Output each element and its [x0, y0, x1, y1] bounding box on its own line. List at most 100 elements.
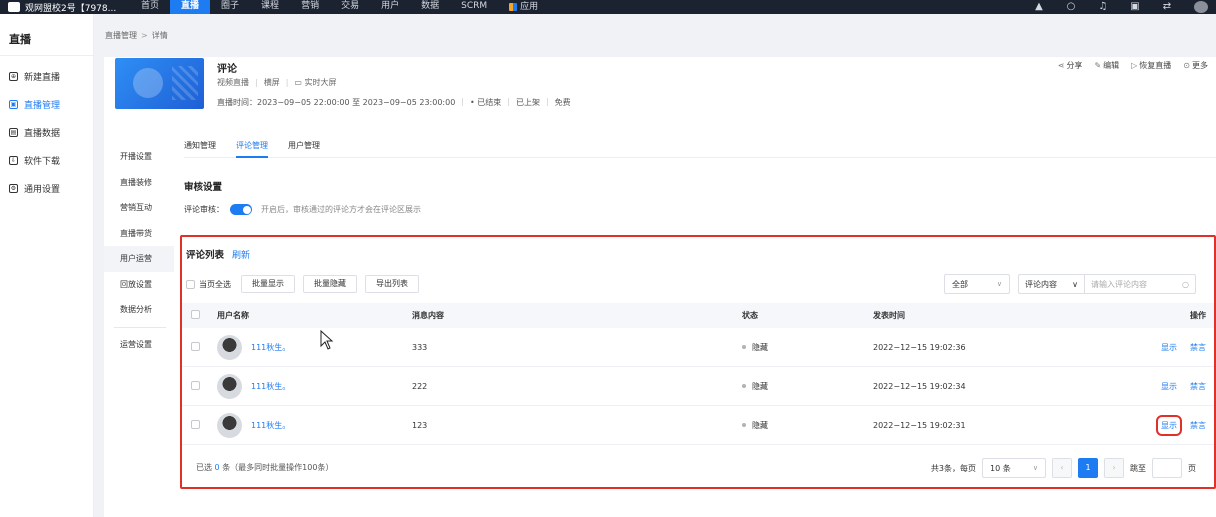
sidebar-item-4[interactable]: ⚙ 通用设置 [0, 174, 93, 202]
row-message: 123 [412, 420, 428, 430]
show-button[interactable]: 显示 [1161, 381, 1177, 392]
live-shelf: 已上架 [515, 98, 540, 107]
sidebar-item-label: 直播数据 [24, 128, 61, 139]
more-icon: ⊙ [1183, 61, 1190, 70]
live-type: 视频直播 [217, 78, 249, 87]
nav-item-7[interactable]: 数据 [410, 0, 450, 14]
mute-button[interactable]: 禁言 [1190, 420, 1206, 431]
subnav-item-4[interactable]: 用户运营 [104, 246, 174, 272]
nav-item-1[interactable]: 直播 [170, 0, 211, 14]
header-checkbox[interactable] [191, 310, 200, 319]
row-checkbox[interactable] [191, 419, 200, 429]
tab-0[interactable]: 通知管理 [184, 136, 216, 158]
nav-item-0[interactable]: 首页 [130, 0, 170, 14]
comment-list-panel: 评论列表 刷新 当页全选 批量显示 批量隐藏 导出列表 全部 ∨ 评论内容 ∨ … [180, 235, 1216, 489]
export-list-button[interactable]: 导出列表 [365, 275, 419, 293]
subnav-item-operation-settings[interactable]: 运营设置 [104, 332, 174, 358]
prev-page-button[interactable]: ‹ [1052, 458, 1072, 478]
refresh-link[interactable]: 刷新 [232, 248, 250, 261]
nav-item-9[interactable]: 应用 [498, 0, 549, 14]
nav-item-2[interactable]: 圈子 [210, 0, 250, 14]
user-name-link[interactable]: 111秋生。 [251, 420, 290, 431]
mouse-cursor-icon [320, 330, 334, 350]
search-field-select[interactable]: 评论内容 ∨ [1019, 275, 1085, 293]
nav-item-8[interactable]: SCRM [450, 0, 498, 14]
nav-item-label: 课程 [261, 1, 280, 11]
nav-item-6[interactable]: 用户 [370, 0, 410, 14]
apps-icon [509, 3, 518, 11]
row-user: 111秋生。 [212, 334, 412, 360]
status-text: 隐藏 [752, 420, 768, 430]
search-input[interactable]: 请输入评论内容 ○ [1085, 275, 1195, 293]
search-icon[interactable]: ○ [1066, 2, 1076, 12]
subnav-item-2[interactable]: 营销互动 [104, 195, 174, 221]
page-size-select[interactable]: 10 条 ∨ [982, 458, 1046, 478]
breadcrumb: 直播管理 > 详情 [105, 30, 168, 41]
jump-page-input[interactable] [1152, 458, 1182, 478]
live-meta: 直播时间：2023−09−05 22:00:00 至 2023−09−05 23… [217, 97, 571, 107]
pagination: 共3条，每页 10 条 ∨ ‹ 1 › 跳至 页 [931, 458, 1196, 478]
sidebar-item-0[interactable]: ⊕ 新建直播 [0, 62, 93, 90]
live-action-label: 分享 [1066, 61, 1083, 70]
layout-icon[interactable]: ▣ [1130, 2, 1140, 12]
row-user: 111秋生。 [212, 373, 412, 399]
nav-item-5[interactable]: 交易 [330, 0, 370, 14]
row-ops: 显示 禁言 [1073, 342, 1214, 353]
batch-hide-button[interactable]: 批量隐藏 [303, 275, 357, 293]
subnav-item-1[interactable]: 直播装修 [104, 170, 174, 196]
tab-2[interactable]: 用户管理 [288, 136, 320, 158]
row-status: 隐藏 [742, 342, 873, 353]
mute-button[interactable]: 禁言 [1190, 381, 1206, 392]
batch-show-button[interactable]: 批量显示 [241, 275, 295, 293]
avatar[interactable] [1194, 1, 1208, 13]
subnav-item-0[interactable]: 开播设置 [104, 144, 174, 170]
subnav-divider [114, 326, 166, 328]
sidebar-item-2[interactable]: ▤ 直播数据 [0, 118, 93, 146]
live-tags: 视频直播 | 横屏 | ▭ 实时大屏 [217, 77, 337, 88]
realtime-screen-link[interactable]: ▭ 实时大屏 [294, 77, 336, 88]
live-action-1[interactable]: ✎ 编辑 [1094, 60, 1119, 71]
swap-icon[interactable]: ⇄ [1162, 2, 1172, 12]
page-number[interactable]: 1 [1078, 458, 1098, 478]
nav-item-4[interactable]: 营销 [290, 0, 330, 14]
sidebar-item-1[interactable]: ▣ 直播管理 [0, 90, 93, 118]
select-all[interactable]: 当页全选 [186, 279, 231, 290]
brand[interactable]: 观网盟校2号【7978... [0, 1, 130, 14]
live-action-3[interactable]: ⊙ 更多 [1183, 60, 1208, 71]
select-all-checkbox[interactable] [186, 279, 195, 289]
top-navbar: 观网盟校2号【7978... 首页 直播 圈子 课程 营销 交易 用户 数据 SCRM 应用 ▲ … [0, 0, 1216, 14]
live-cover-image [115, 58, 204, 109]
row-checkbox[interactable] [191, 341, 200, 351]
status-dot-icon [742, 384, 746, 388]
logo-icon[interactable]: ▲ [1034, 2, 1044, 12]
tab-1[interactable]: 评论管理 [236, 136, 268, 158]
live-manage-icon: ▣ [9, 99, 18, 109]
comment-filters: 全部 ∨ 评论内容 ∨ 请输入评论内容 ○ [944, 274, 1196, 294]
edit-icon: ✎ [1094, 61, 1102, 70]
show-button[interactable]: 显示 [1156, 414, 1182, 436]
table-row: 111秋生。 123 隐藏 2022−12−15 19:02:31 显示 禁言 [182, 406, 1214, 445]
bell-icon[interactable]: ♫ [1098, 2, 1108, 12]
next-page-button[interactable]: › [1104, 458, 1124, 478]
subnav-item-6[interactable]: 数据分析 [104, 297, 174, 323]
show-button[interactable]: 显示 [1161, 342, 1177, 353]
audit-toggle[interactable] [230, 204, 252, 215]
scope-select[interactable]: 全部 ∨ [944, 274, 1010, 294]
live-data-icon: ▤ [9, 127, 18, 137]
breadcrumb-parent[interactable]: 直播管理 [105, 31, 137, 40]
user-name-link[interactable]: 111秋生。 [251, 342, 290, 353]
subnav-item-5[interactable]: 回放设置 [104, 272, 174, 298]
live-status: • 已结束 [469, 98, 502, 107]
sidebar-item-3[interactable]: ⇩ 软件下载 [0, 146, 93, 174]
row-checkbox[interactable] [191, 380, 200, 390]
nav-item-label: 圈子 [221, 1, 240, 11]
live-action-0[interactable]: ⋖ 分享 [1058, 60, 1083, 71]
nav-item-3[interactable]: 课程 [250, 0, 290, 14]
mute-button[interactable]: 禁言 [1190, 342, 1206, 353]
sidebar-item-label: 通用设置 [24, 184, 61, 195]
col-message: 消息内容 [412, 311, 444, 320]
subnav-item-3[interactable]: 直播带货 [104, 221, 174, 247]
row-message: 222 [412, 381, 428, 391]
user-name-link[interactable]: 111秋生。 [251, 381, 290, 392]
live-action-2[interactable]: ▷ 恢复直播 [1131, 60, 1171, 71]
